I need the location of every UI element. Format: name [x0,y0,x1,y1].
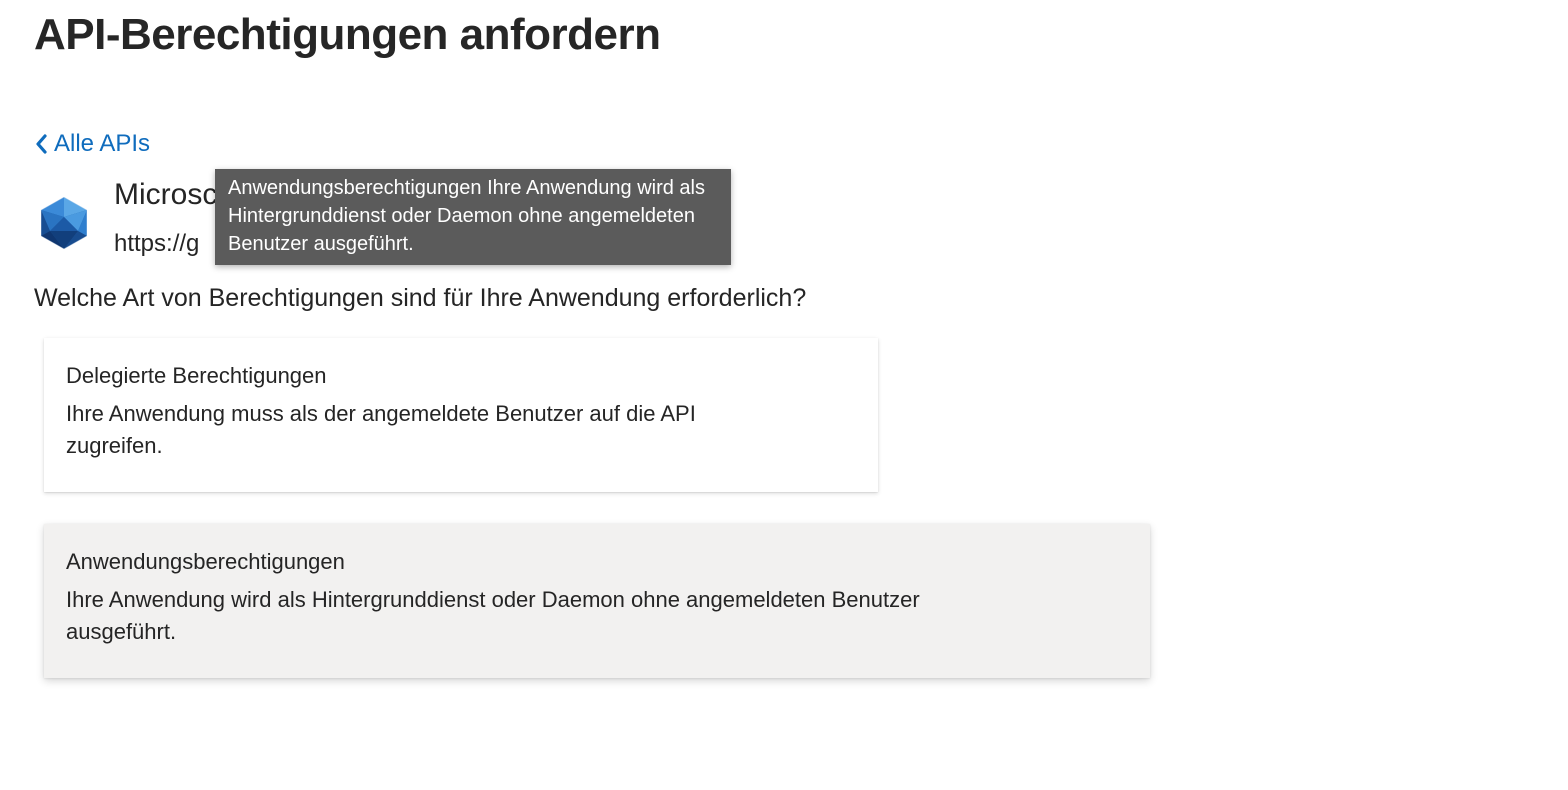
back-to-all-apis-link[interactable]: Alle APIs [34,130,150,158]
api-name: Microsc [114,178,218,211]
tooltip: Anwendungsberechtigungen Ihre Anwendung … [215,169,731,265]
delegated-permissions-card[interactable]: Delegierte Berechtigungen Ihre Anwendung… [44,338,878,492]
page-title: API-Berechtigungen anfordern [34,10,661,59]
card-description: Ihre Anwendung muss als der angemeldete … [66,401,696,458]
permission-type-question: Welche Art von Berechtigungen sind für I… [34,284,807,312]
card-description: Ihre Anwendung wird als Hintergrunddiens… [66,587,920,644]
card-title: Delegierte Berechtigungen [66,363,327,388]
chevron-left-icon [36,134,47,154]
card-title: Anwendungsberechtigungen [66,549,345,574]
application-permissions-card[interactable]: Anwendungsberechtigungen Ihre Anwendung … [44,524,1150,678]
api-url: https://g [114,230,200,257]
microsoft-graph-icon [40,196,88,250]
back-link-label: Alle APIs [54,130,151,157]
